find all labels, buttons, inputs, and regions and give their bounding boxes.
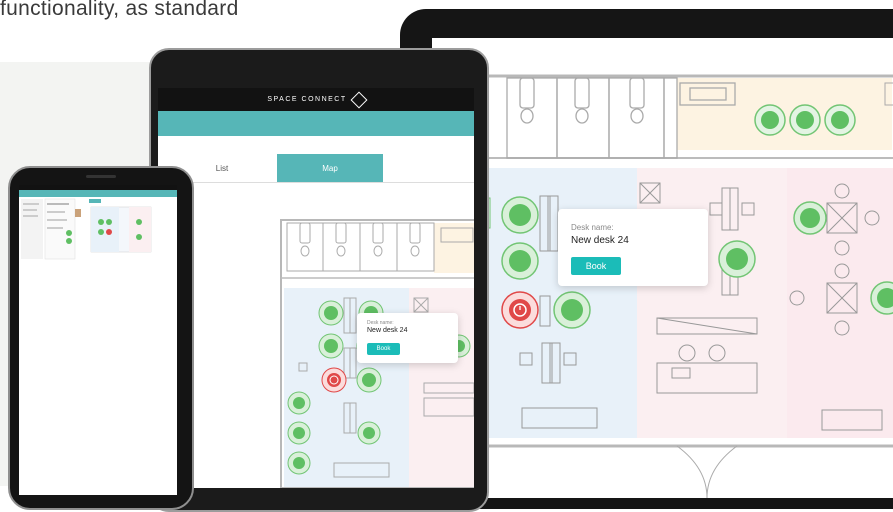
brand-bar: SPACE CONNECT [158,88,474,111]
laptop-desk-popup: Desk name: New desk 24 Book [558,209,708,286]
phone-speaker [86,175,116,178]
phone-header-bar [19,190,177,197]
tablet-header-bar [158,111,474,136]
tablet-popup-desk-name: New desk 24 [367,327,408,334]
tab-map[interactable]: Map [277,154,383,182]
laptop-screen: Desk name: New desk 24 Book [432,38,893,498]
laptop-popup-desk-name: New desk 24 [571,235,629,246]
brand-logo-icon [350,91,368,108]
phone-app-preview [19,197,177,267]
laptop-book-button[interactable]: Book [571,257,621,275]
phone-screen [19,185,177,495]
tablet-book-button[interactable]: Book [367,343,400,355]
intro-text: functionality, as standard [0,0,239,20]
tab-divider [158,182,474,183]
brand-name: SPACE CONNECT [267,96,347,103]
tablet-popup-label: Desk name: [367,320,394,326]
laptop-popup-label: Desk name: [571,223,614,232]
tablet-screen: SPACE CONNECT List Map Desk name: New de… [158,88,474,488]
tablet-desk-popup: Desk name: New desk 24 Book [357,313,458,363]
